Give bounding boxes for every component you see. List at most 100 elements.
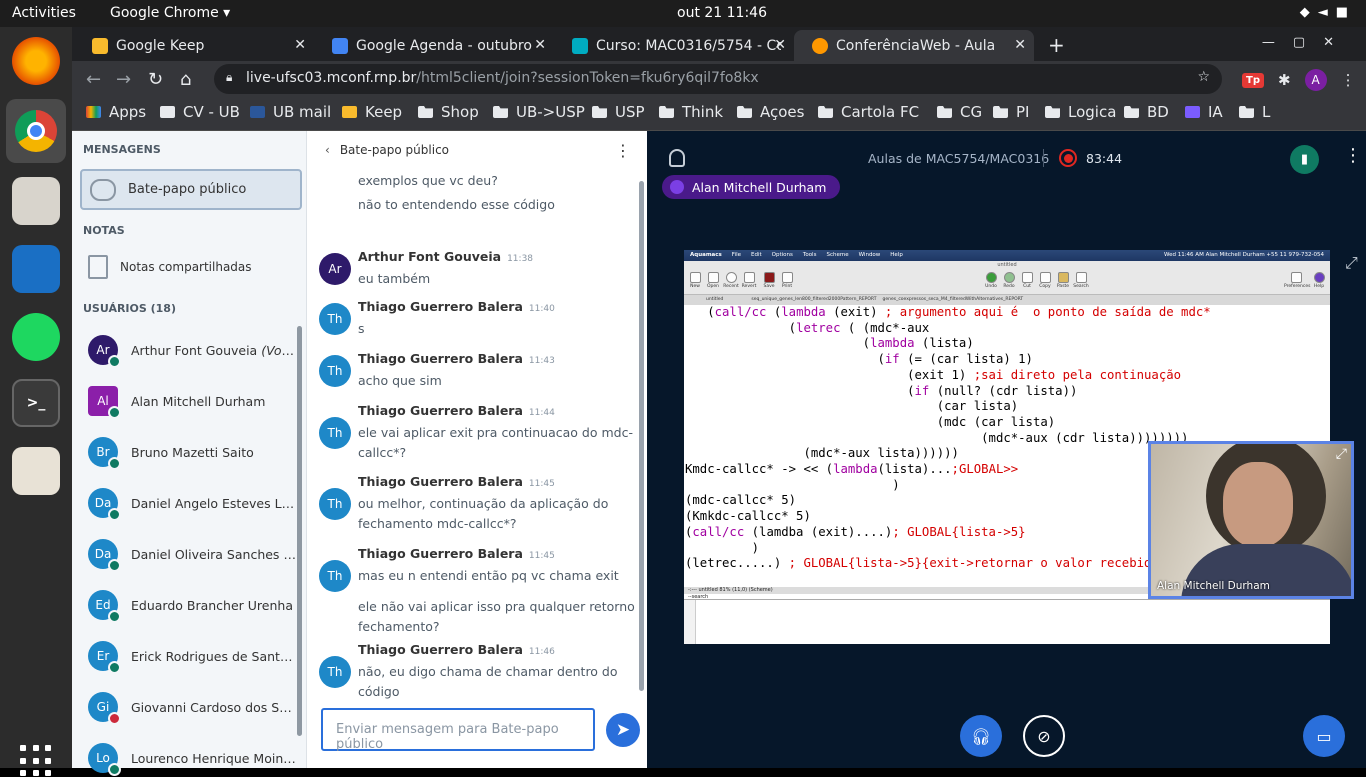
app-menu[interactable]: Google Chrome ▾ xyxy=(110,5,230,21)
message-line: não to entendendo esse código xyxy=(358,197,555,212)
tab-strip: Google Keep ✕ Google Agenda - outubro ✕ … xyxy=(72,27,1366,61)
editor-toolbar: untitled New Open Recent Revert Save Pri… xyxy=(684,261,1330,295)
tab-curso[interactable]: Curso: MAC0316/5754 - Co ✕ xyxy=(554,30,794,61)
bookmark-think[interactable]: Think xyxy=(659,103,723,121)
conference-area: Aulas de MAC5754/MAC0316 83:44 ▮ ⋮ Alan … xyxy=(647,131,1366,768)
address-bar[interactable]: 🔒︎ live-ufsc03.mconf.rnp.br/html5client/… xyxy=(214,64,1222,94)
user-icon[interactable] xyxy=(669,149,685,167)
lock-icon[interactable]: 🔒︎ xyxy=(226,70,232,85)
folder-icon xyxy=(493,106,508,118)
bookmark-ub-usp[interactable]: UB->USP xyxy=(493,103,585,121)
options-menu-icon[interactable]: ⋮ xyxy=(1344,145,1362,166)
close-icon[interactable]: ✕ xyxy=(534,37,546,53)
shared-notes-item[interactable]: Notas compartilhadas xyxy=(88,255,252,279)
webcam-video[interactable]: Alan Mitchell Durham ⤢ xyxy=(1148,441,1354,599)
spotify-icon[interactable] xyxy=(12,313,60,361)
folder-icon xyxy=(818,106,833,118)
screenshare-button[interactable]: ▭ xyxy=(1303,715,1345,757)
firefox-icon[interactable] xyxy=(12,37,60,85)
bookmark-cartola[interactable]: Cartola FC xyxy=(818,103,919,121)
extension-tp-icon[interactable]: Tp xyxy=(1242,72,1264,88)
bookmark-cv-ub[interactable]: CV - UB xyxy=(160,103,240,121)
user-list-item[interactable]: Gi Giovanni Cardoso dos Santos... xyxy=(88,692,298,725)
bookmark-star-icon[interactable]: ☆ xyxy=(1197,69,1210,85)
bookmark-keep[interactable]: Keep xyxy=(342,103,402,121)
fullscreen-icon[interactable]: ⤢ xyxy=(1336,446,1347,462)
user-list-item[interactable]: Br Bruno Mazetti Saito xyxy=(88,437,298,470)
files-icon[interactable] xyxy=(12,177,60,225)
new-tab-icon[interactable]: + xyxy=(1048,33,1065,57)
public-chat-item[interactable]: Bate-papo público xyxy=(80,169,302,210)
reload-icon[interactable]: ↻ xyxy=(148,69,163,90)
tab-google-agenda[interactable]: Google Agenda - outubro ✕ xyxy=(314,30,554,61)
toolbar-label: Paste xyxy=(1056,284,1070,289)
puzzle-icon[interactable]: ✱ xyxy=(1278,71,1291,89)
message-line: callcc*? xyxy=(358,445,407,460)
tab-google-keep[interactable]: Google Keep ✕ xyxy=(74,30,314,61)
profile-avatar[interactable]: A xyxy=(1304,69,1327,91)
avatar: Ar xyxy=(319,253,351,285)
page-icon xyxy=(160,106,175,118)
close-icon[interactable]: ✕ xyxy=(774,37,786,53)
home-icon[interactable]: ⌂ xyxy=(180,69,191,90)
bookmark-pi[interactable]: PI xyxy=(993,103,1029,121)
show-applications-icon[interactable] xyxy=(20,745,52,777)
document-viewer-icon[interactable] xyxy=(12,447,60,495)
user-name: Lourenco Henrique Moinheir... xyxy=(131,750,298,766)
avatar: Al xyxy=(88,386,121,419)
chat-message-input[interactable]: Enviar mensagem para Bate-papo público xyxy=(321,708,595,752)
user-list-item[interactable]: Ed Eduardo Brancher Urenha xyxy=(88,590,298,623)
tab-conferenciaweb[interactable]: ConferênciaWeb - Aula ✕ xyxy=(794,30,1034,61)
send-button[interactable]: ➤ xyxy=(606,713,640,747)
record-icon[interactable] xyxy=(1059,149,1077,167)
bookmark-l[interactable]: L xyxy=(1239,103,1270,121)
avatar-initials: Br xyxy=(96,445,110,459)
user-list-item[interactable]: Al Alan Mitchell Durham xyxy=(88,386,298,419)
tab-title: Curso: MAC0316/5754 - Co xyxy=(596,37,781,54)
menubar-item: Scheme xyxy=(826,252,849,258)
close-icon[interactable]: ✕ xyxy=(1014,37,1026,53)
sidebar-scrollbar[interactable] xyxy=(297,326,302,736)
user-list-item[interactable]: Lo Lourenco Henrique Moinheir... xyxy=(88,743,298,776)
chat-scrollbar[interactable] xyxy=(639,181,644,691)
audio-button[interactable]: 🎧︎ xyxy=(960,715,1002,757)
bookmark-usp[interactable]: USP xyxy=(592,103,645,121)
forward-icon[interactable]: → xyxy=(116,69,131,90)
user-list-item[interactable]: Ar Arthur Font Gouveia (Você) xyxy=(88,335,298,368)
clock[interactable]: out 21 11:46 xyxy=(677,5,767,21)
bookmark-ia[interactable]: IA xyxy=(1185,103,1223,121)
system-tray-icons[interactable]: ◆◄■ xyxy=(1300,5,1356,20)
divider xyxy=(1043,149,1044,167)
connection-status-button[interactable]: ▮ xyxy=(1290,145,1319,174)
bookmark-apps[interactable]: Apps xyxy=(86,103,146,121)
bookmark-acoes[interactable]: Açoes xyxy=(737,103,804,121)
close-icon[interactable]: ✕ xyxy=(294,37,306,53)
camera-button[interactable]: ⊘ xyxy=(1023,715,1065,757)
user-list-item[interactable]: Er Erick Rodrigues de Santana xyxy=(88,641,298,674)
microphone-icon xyxy=(108,610,121,623)
menubar-item: Aquamacs xyxy=(690,252,722,258)
chrome-icon[interactable] xyxy=(6,99,66,163)
terminal-icon[interactable]: >_ xyxy=(12,379,60,427)
message-fragment: exemplos que vc deu? não to entendendo e… xyxy=(319,171,639,221)
bookmark-logica[interactable]: Logica xyxy=(1045,103,1116,121)
window-controls[interactable]: —▢✕ xyxy=(1262,35,1352,50)
menu-icon[interactable]: ⋮ xyxy=(1341,71,1356,89)
bookmark-shop[interactable]: Shop xyxy=(418,103,479,121)
apps-grid-icon xyxy=(86,106,101,118)
user-list-item[interactable]: Da Daniel Angelo Esteves Lawand xyxy=(88,488,298,521)
chevron-left-icon[interactable]: ‹ xyxy=(325,143,330,157)
activities-button[interactable]: Activities xyxy=(12,5,76,21)
send-icon: ➤ xyxy=(615,720,631,740)
user-list-item[interactable]: Da Daniel Oliveira Sanches Leal xyxy=(88,539,298,572)
message-header: Thiago Guerrero Balera 11:45 xyxy=(358,546,555,561)
bookmark-cg[interactable]: CG xyxy=(937,103,982,121)
chat-options-icon[interactable]: ⋮ xyxy=(615,141,631,160)
bookmark-ub-mail[interactable]: UB mail xyxy=(250,103,331,121)
bookmark-bd[interactable]: BD xyxy=(1124,103,1169,121)
fullscreen-icon[interactable]: ⤢ xyxy=(1345,253,1358,273)
back-icon[interactable]: ← xyxy=(86,69,101,90)
talking-indicator[interactable]: Alan Mitchell Durham xyxy=(662,175,841,199)
chat-header[interactable]: ‹ Bate-papo público xyxy=(325,143,449,157)
writer-icon[interactable] xyxy=(12,245,60,293)
